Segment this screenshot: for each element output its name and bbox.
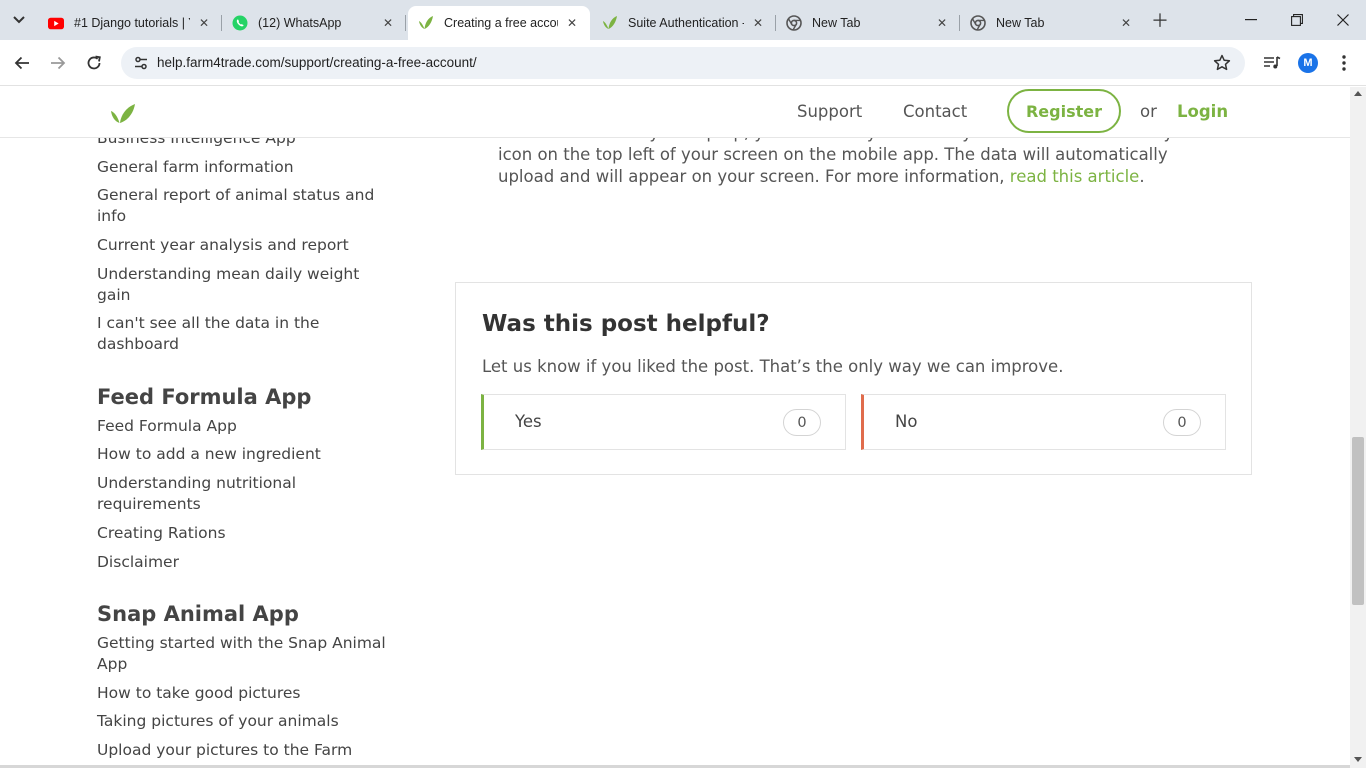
sidebar-link[interactable]: Getting started with the Snap Animal App: [97, 633, 397, 675]
register-button[interactable]: Register: [1007, 89, 1121, 133]
close-window-icon[interactable]: [1320, 0, 1366, 40]
close-tab-icon[interactable]: ✕: [750, 15, 766, 31]
sidebar-link[interactable]: I can't see all the data in the dashboar…: [97, 313, 397, 355]
vote-yes-button[interactable]: Yes 0: [481, 394, 846, 450]
minimize-icon[interactable]: [1228, 0, 1274, 40]
reload-icon[interactable]: [80, 49, 108, 77]
close-tab-icon[interactable]: ✕: [196, 15, 212, 31]
vote-no-button[interactable]: No 0: [861, 394, 1226, 450]
tab-title: New Tab: [812, 16, 861, 30]
chrome-menu-icon[interactable]: [1333, 52, 1355, 74]
vote-no-count: 0: [1163, 409, 1201, 436]
sidebar-link[interactable]: Understanding nutritional requirements: [97, 473, 397, 515]
sidebar-link[interactable]: How to take good pictures: [97, 683, 397, 704]
tab-search-chevron-icon[interactable]: [6, 8, 32, 32]
tab-new-tab-1[interactable]: New Tab ✕: [776, 6, 960, 40]
close-tab-icon[interactable]: ✕: [380, 15, 396, 31]
tab-new-tab-2[interactable]: New Tab ✕: [960, 6, 1144, 40]
tab-creating-free-account[interactable]: Creating a free accou ✕: [408, 6, 590, 40]
tab-title: #1 Django tutorials | Y: [74, 16, 190, 30]
tab-title: New Tab: [996, 16, 1045, 30]
vote-yes-label: Yes: [515, 412, 542, 431]
restore-window-icon[interactable]: [1274, 0, 1320, 40]
post-feedback-box: Was this post helpful? Let us know if yo…: [455, 282, 1252, 475]
tab-suite-authentication[interactable]: Suite Authentication - ✕: [592, 6, 776, 40]
scrollbar-thumb[interactable]: [1352, 437, 1364, 605]
sidebar-heading-snap-animal: Snap Animal App: [97, 602, 299, 626]
bookmark-star-icon[interactable]: [1213, 54, 1231, 72]
close-tab-icon[interactable]: ✕: [564, 15, 580, 31]
vote-no-label: No: [895, 412, 918, 431]
browser-toolbar: help.farm4trade.com/support/creating-a-f…: [0, 40, 1366, 86]
forward-arrow-icon[interactable]: [44, 49, 72, 77]
article-text: .: [1139, 167, 1145, 186]
sidebar-link[interactable]: Creating Rations: [97, 523, 397, 544]
profile-avatar[interactable]: M: [1298, 53, 1318, 73]
site-header: Support Contact Register or Login: [0, 87, 1350, 138]
tab-django-tutorials[interactable]: #1 Django tutorials | Y ✕: [38, 6, 222, 40]
url-text[interactable]: help.farm4trade.com/support/creating-a-f…: [157, 47, 477, 79]
feedback-title: Was this post helpful?: [482, 311, 770, 337]
page-scrollbar[interactable]: [1350, 87, 1366, 768]
sidebar-link[interactable]: Current year analysis and report: [97, 235, 397, 256]
address-bar[interactable]: help.farm4trade.com/support/creating-a-f…: [121, 47, 1245, 79]
sidebar-link[interactable]: Taking pictures of your animals: [97, 711, 397, 732]
back-arrow-icon[interactable]: [8, 49, 36, 77]
chrome-icon: [786, 15, 802, 31]
article-line: icon on the top left of your screen on t…: [498, 145, 1168, 164]
leaf-icon: [418, 15, 434, 31]
site-settings-icon[interactable]: [133, 55, 149, 71]
nav-contact-link[interactable]: Contact: [903, 102, 967, 121]
scroll-down-arrow-icon[interactable]: [1354, 757, 1362, 762]
close-tab-icon[interactable]: ✕: [934, 15, 950, 31]
page-viewport: Business Intelligence App General farm i…: [0, 87, 1350, 768]
whatsapp-icon: [232, 15, 248, 31]
nav-support-link[interactable]: Support: [797, 102, 862, 121]
tab-title: (12) WhatsApp: [258, 16, 342, 30]
scroll-up-arrow-icon[interactable]: [1354, 91, 1362, 96]
sidebar-link[interactable]: General farm information: [97, 157, 397, 178]
tab-title: Creating a free accou: [444, 16, 558, 30]
youtube-icon: [48, 15, 64, 31]
sidebar-link[interactable]: Understanding mean daily weight gain: [97, 264, 397, 306]
media-controls-icon[interactable]: [1261, 52, 1283, 74]
close-tab-icon[interactable]: ✕: [1118, 15, 1134, 31]
farm4trade-leaf-logo[interactable]: [110, 103, 136, 125]
feedback-subtitle: Let us know if you liked the post. That’…: [482, 357, 1064, 376]
tab-title: Suite Authentication -: [628, 16, 744, 30]
sidebar-heading-feed-formula: Feed Formula App: [97, 385, 312, 409]
article-line: upload and will appear on your screen. F…: [498, 166, 1218, 188]
sidebar-link[interactable]: How to add a new ingredient: [97, 444, 397, 465]
sidebar-link[interactable]: General report of animal status and info: [97, 185, 397, 227]
login-link[interactable]: Login: [1177, 102, 1228, 121]
tab-strip: #1 Django tutorials | Y ✕ (12) WhatsApp …: [0, 0, 1366, 40]
chrome-icon: [970, 15, 986, 31]
leaf-icon: [602, 15, 618, 31]
or-text: or: [1140, 102, 1157, 121]
vote-yes-count: 0: [783, 409, 821, 436]
sidebar-link[interactable]: Upload your pictures to the Farm: [97, 740, 397, 761]
sidebar-link[interactable]: Disclaimer: [97, 552, 397, 573]
article-text: upload and will appear on your screen. F…: [498, 167, 1005, 186]
tab-whatsapp[interactable]: (12) WhatsApp ✕: [222, 6, 406, 40]
sidebar-link[interactable]: Feed Formula App: [97, 416, 397, 437]
read-this-article-link[interactable]: read this article: [1010, 167, 1140, 186]
new-tab-plus-icon[interactable]: ＋: [1149, 9, 1171, 32]
